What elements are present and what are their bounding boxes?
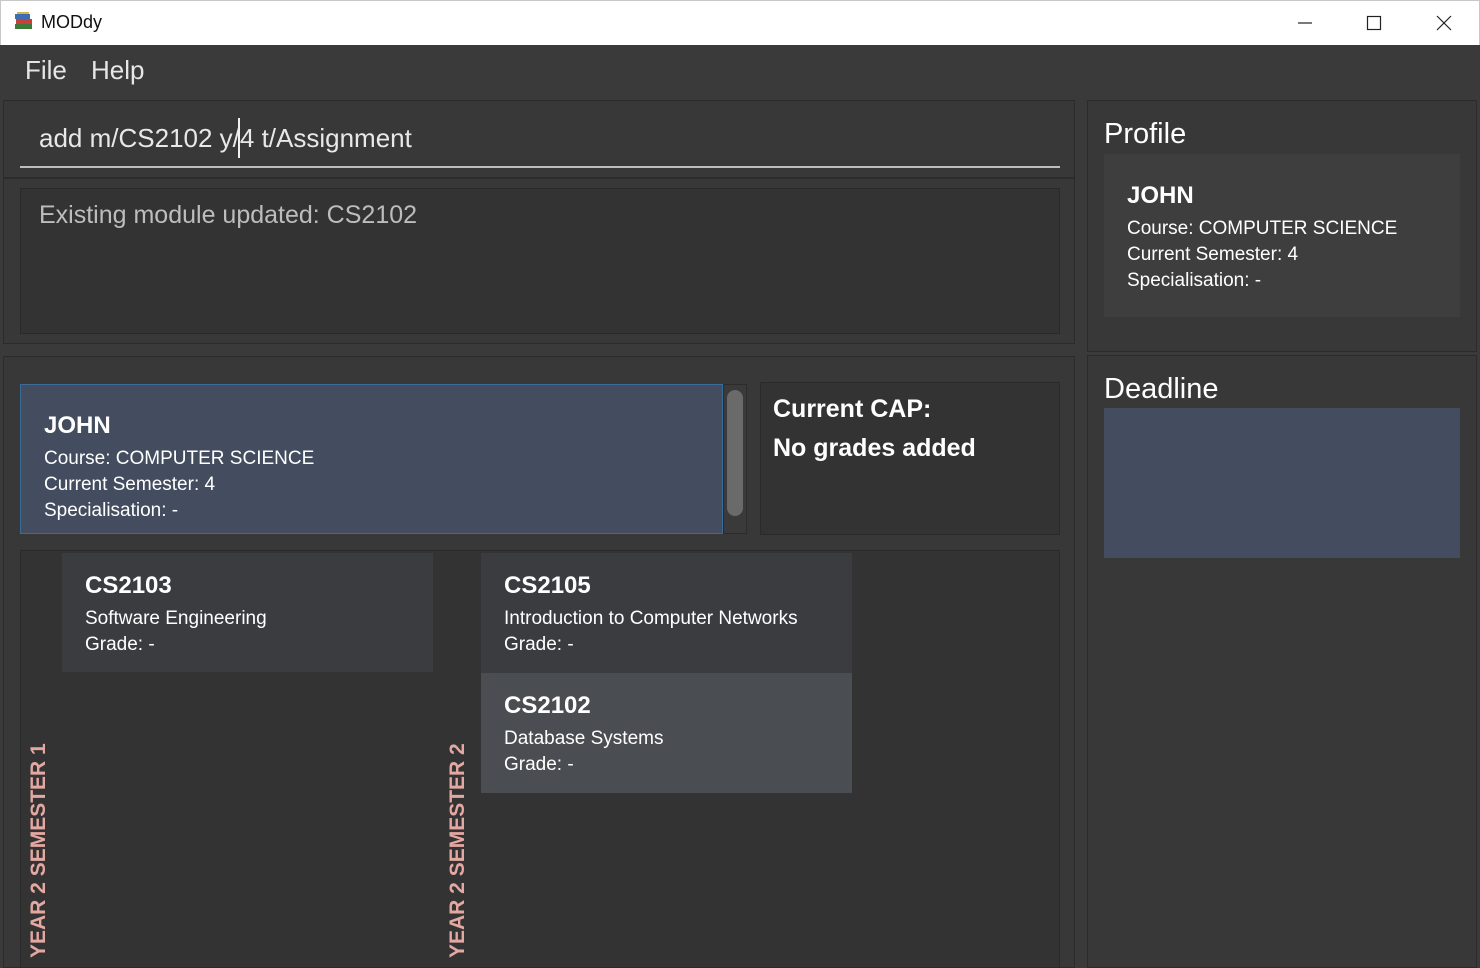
module-code: CS2103 xyxy=(85,572,172,599)
deadline-list[interactable] xyxy=(1104,408,1460,558)
text-caret xyxy=(238,118,240,158)
profile-specialisation: Specialisation: - xyxy=(44,500,179,521)
profile-heading: Profile xyxy=(1104,118,1187,150)
close-icon xyxy=(1436,15,1452,30)
module-grade: Grade: - xyxy=(85,634,155,655)
close-button[interactable] xyxy=(1409,0,1479,45)
title-bar xyxy=(0,0,1480,45)
menu-bar xyxy=(0,45,1480,100)
window-title: MODdy xyxy=(41,12,103,32)
side-profile-semester: Current Semester: 4 xyxy=(1127,244,1299,265)
side-profile-specialisation: Specialisation: - xyxy=(1127,270,1262,291)
side-profile-course: Course: COMPUTER SCIENCE xyxy=(1127,218,1398,239)
module-title: Database Systems xyxy=(504,728,664,749)
menu-file[interactable]: File xyxy=(25,55,67,86)
semester-label: YEAR 2 SEMESTER 1 xyxy=(27,743,50,958)
module-grade: Grade: - xyxy=(504,634,574,655)
side-profile-name: JOHN xyxy=(1127,182,1194,209)
deadline-heading: Deadline xyxy=(1104,373,1219,405)
cap-label: Current CAP: xyxy=(773,395,932,423)
module-title: Software Engineering xyxy=(85,608,267,629)
module-code: CS2102 xyxy=(504,692,591,719)
profile-semester: Current Semester: 4 xyxy=(44,474,216,495)
cap-value: No grades added xyxy=(773,434,976,462)
menu-help[interactable]: Help xyxy=(91,55,144,86)
module-code: CS2105 xyxy=(504,572,591,599)
scrollbar-thumb[interactable] xyxy=(727,390,743,516)
maximize-icon xyxy=(1366,15,1382,30)
result-message: Existing module updated: CS2102 xyxy=(39,201,418,229)
minimize-icon xyxy=(1298,21,1312,24)
profile-name: JOHN xyxy=(44,412,111,439)
module-title: Introduction to Computer Networks xyxy=(504,608,798,629)
semester-label: YEAR 2 SEMESTER 2 xyxy=(446,743,469,958)
maximize-button[interactable] xyxy=(1339,0,1409,45)
command-input-value: add m/CS2102 y/4 t/Assignment xyxy=(39,123,412,153)
minimize-button[interactable] xyxy=(1270,0,1340,45)
module-grade: Grade: - xyxy=(504,754,574,775)
profile-course: Course: COMPUTER SCIENCE xyxy=(44,448,315,469)
books-icon xyxy=(14,11,34,31)
